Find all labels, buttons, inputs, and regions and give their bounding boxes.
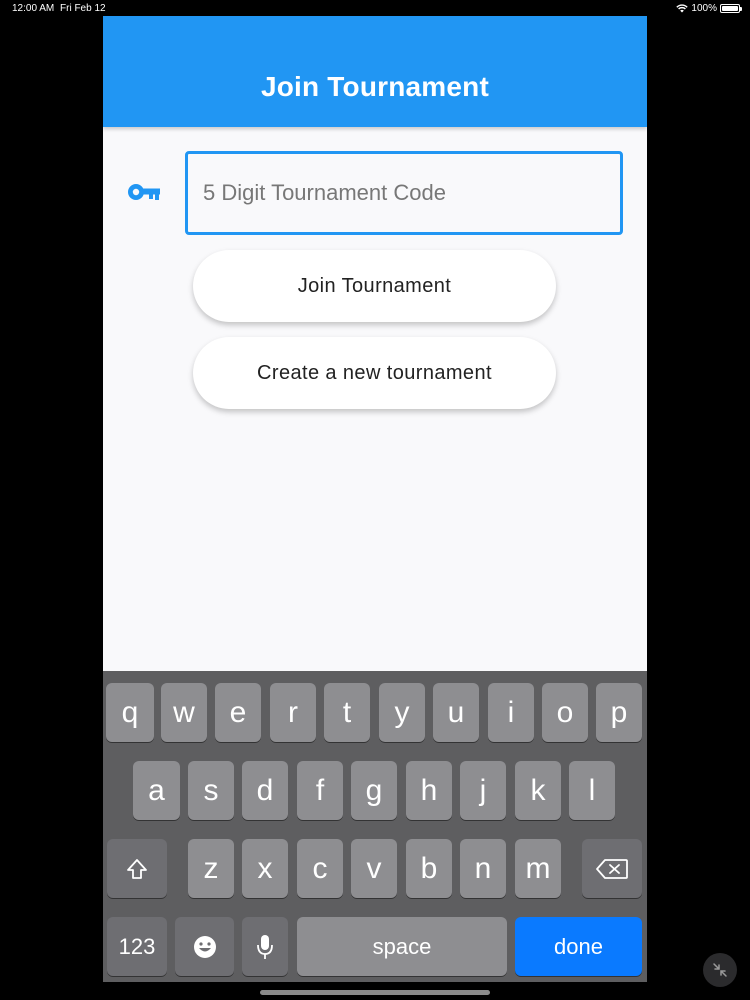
key-c[interactable]: c [297,839,343,898]
app-window: Join Tournament Join Tournament Create a… [103,16,647,982]
shift-key[interactable] [107,839,167,898]
key-a[interactable]: a [133,761,180,820]
status-time: 12:00 AM [12,3,55,14]
key-q[interactable]: q [106,683,154,742]
key-k[interactable]: k [515,761,561,820]
key-t[interactable]: t [324,683,370,742]
key-r[interactable]: r [270,683,316,742]
key-d[interactable]: d [242,761,288,820]
home-indicator[interactable] [260,990,490,995]
status-date: Fri Feb 12 [60,3,106,14]
wifi-icon [676,4,689,13]
emoji-icon [193,935,216,958]
emoji-key[interactable] [175,917,234,976]
key-h[interactable]: h [406,761,452,820]
key-s[interactable]: s [188,761,234,820]
shift-icon [127,858,147,879]
app-bar: Join Tournament [103,16,647,127]
key-l[interactable]: l [569,761,615,820]
key-b[interactable]: b [406,839,452,898]
create-tournament-button[interactable]: Create a new tournament [193,337,556,409]
key-j[interactable]: j [460,761,506,820]
key-e[interactable]: e [215,683,261,742]
key-o[interactable]: o [542,683,588,742]
key-p[interactable]: p [596,683,642,742]
dictation-key[interactable] [242,917,288,976]
join-tournament-button[interactable]: Join Tournament [193,250,556,322]
done-key[interactable]: done [515,917,642,976]
page-title: Join Tournament [260,71,490,102]
backspace-key[interactable] [582,839,642,898]
status-right: 100% [676,3,742,14]
key-g[interactable]: g [351,761,397,820]
microphone-icon [257,934,273,959]
battery-percent: 100% [691,3,717,14]
key-i[interactable]: i [488,683,534,742]
battery-icon [720,4,742,13]
space-key[interactable]: space [297,917,507,976]
numbers-key[interactable]: 123 [107,917,167,976]
key-y[interactable]: y [379,683,425,742]
key-m[interactable]: m [515,839,561,898]
minimize-button[interactable] [703,953,737,987]
key-v[interactable]: v [351,839,397,898]
tournament-code-input[interactable] [185,151,623,235]
backspace-icon [596,858,628,879]
on-screen-keyboard: q w e r t y u i o p a s d f g h j k l z … [103,671,647,982]
key-w[interactable]: w [161,683,207,742]
key-n[interactable]: n [460,839,506,898]
key-icon [128,184,160,200]
key-z[interactable]: z [188,839,234,898]
key-u[interactable]: u [433,683,479,742]
key-x[interactable]: x [242,839,288,898]
minimize-icon [713,963,727,977]
key-f[interactable]: f [297,761,343,820]
